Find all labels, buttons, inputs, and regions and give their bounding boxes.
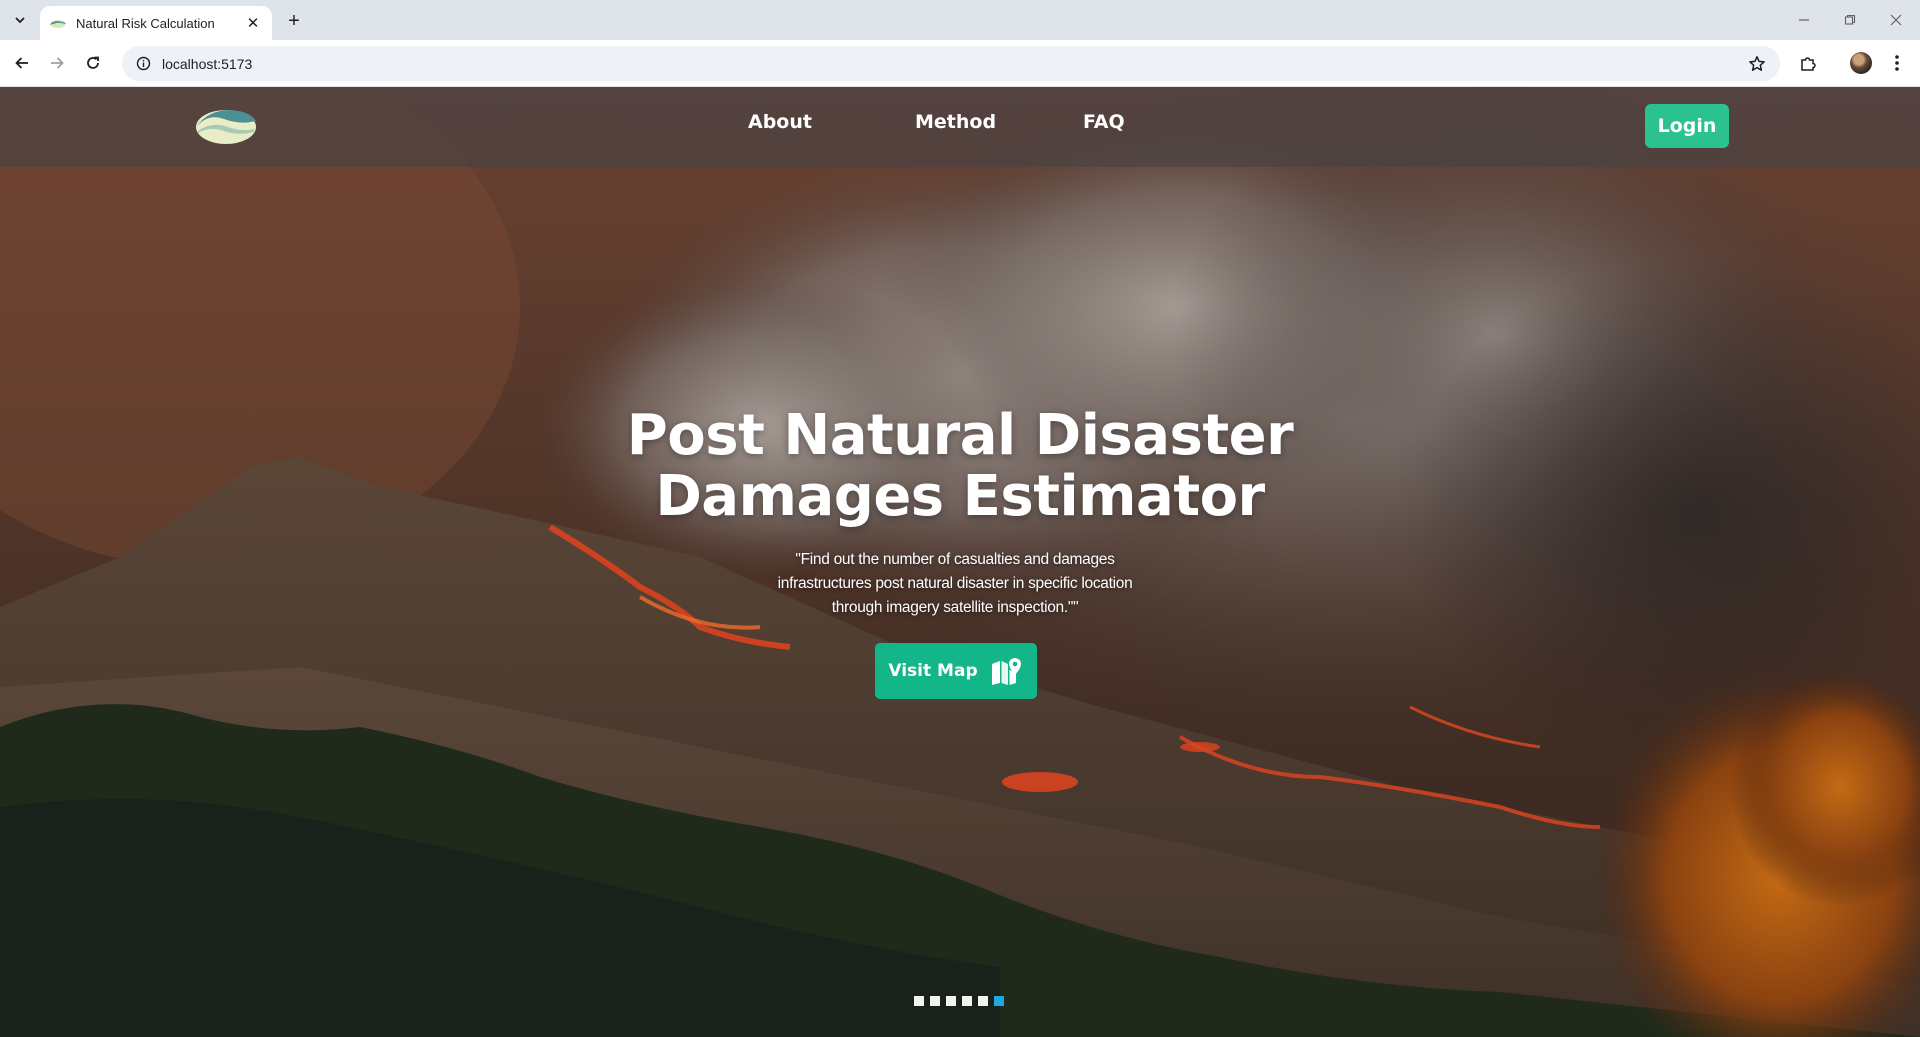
site-favicon-icon [50, 20, 66, 28]
carousel-dot[interactable] [930, 996, 940, 1006]
visit-map-button[interactable]: Visit Map [875, 643, 1037, 699]
tab-title: Natural Risk Calculation [76, 15, 215, 31]
nav-method[interactable]: Method [915, 111, 996, 133]
browser-toolbar: localhost:5173 [0, 40, 1920, 87]
nav-about[interactable]: About [748, 111, 812, 133]
site-navbar: About Method FAQ Login [0, 87, 1920, 167]
hero-section: About Method FAQ Login Post Natural Disa… [0, 87, 1920, 1037]
carousel-dot[interactable] [946, 996, 956, 1006]
new-tab-icon[interactable]: + [282, 9, 306, 33]
headline-line-2: Damages Estimator [655, 464, 1265, 529]
tab-search-menu[interactable] [8, 8, 32, 32]
browser-tab-strip: Natural Risk Calculation ✕ + [0, 0, 1920, 40]
bookmark-star-icon[interactable] [1746, 53, 1768, 75]
carousel-indicators [914, 996, 1004, 1006]
site-logo[interactable] [194, 105, 258, 145]
nav-faq[interactable]: FAQ [1083, 111, 1125, 133]
visit-map-label: Visit Map [888, 661, 978, 681]
back-icon[interactable] [9, 50, 35, 76]
web-page: About Method FAQ Login Post Natural Disa… [0, 87, 1920, 1037]
address-url: localhost:5173 [162, 55, 253, 72]
carousel-dot[interactable] [978, 996, 988, 1006]
forward-icon[interactable] [44, 50, 70, 76]
browser-tab-active[interactable]: Natural Risk Calculation ✕ [40, 6, 272, 40]
chevron-down-icon [15, 17, 25, 24]
close-window-icon[interactable] [1884, 8, 1908, 32]
carousel-dot[interactable] [914, 996, 924, 1006]
minimize-icon[interactable] [1792, 8, 1816, 32]
browser-menu-icon[interactable] [1884, 50, 1910, 76]
profile-avatar[interactable] [1850, 52, 1872, 74]
extensions-puzzle-icon[interactable] [1795, 50, 1821, 76]
address-bar[interactable]: localhost:5173 [122, 46, 1780, 81]
login-button[interactable]: Login [1645, 104, 1729, 148]
reload-icon[interactable] [80, 50, 106, 76]
headline-line-1: Post Natural Disaster [626, 403, 1294, 468]
tab-close-icon[interactable]: ✕ [244, 14, 262, 32]
carousel-dot[interactable] [962, 996, 972, 1006]
hero-headline: Post Natural Disaster Damages Estimator [560, 405, 1360, 527]
carousel-dot-active[interactable] [994, 996, 1004, 1006]
map-marker-icon [991, 658, 1022, 685]
restore-icon[interactable] [1838, 8, 1862, 32]
hero-subtitle: "Find out the number of casualties and d… [777, 551, 1133, 616]
site-info-icon[interactable] [134, 55, 152, 73]
